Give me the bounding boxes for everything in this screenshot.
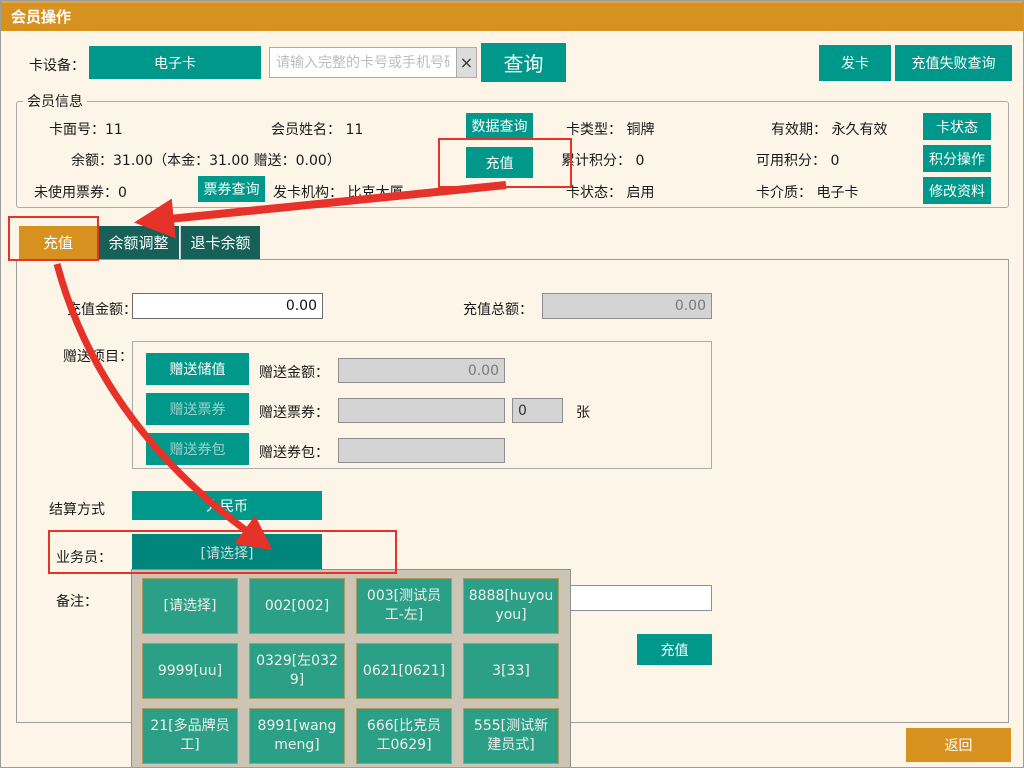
recharge-amount-input[interactable] xyxy=(132,293,323,319)
salesperson-option[interactable]: [请选择] xyxy=(142,578,238,634)
ticket-unit-label: 张 xyxy=(576,402,590,422)
gift-package-button[interactable]: 赠送券包 xyxy=(146,433,249,465)
modify-info-button[interactable]: 修改资料 xyxy=(923,177,991,204)
gift-package-label: 赠送券包： xyxy=(259,442,329,462)
salesperson-select-button[interactable]: [请选择] xyxy=(132,534,322,571)
gift-ticket-input xyxy=(338,398,505,423)
card-medium-field: 卡介质： 电子卡 xyxy=(756,182,858,202)
recharge-amount-label: 充值金额： xyxy=(67,299,137,319)
gift-ticket-label: 赠送票券： xyxy=(259,402,329,422)
salesperson-option[interactable]: 003[测试员工-左] xyxy=(356,578,452,634)
member-operation-window: 会员操作 卡设备： 电子卡 × 查询 发卡 充值失败查询 会员信息 卡面号：11… xyxy=(0,0,1024,768)
card-no-field: 卡面号：11 xyxy=(49,119,123,139)
recharge-fail-query-button[interactable]: 充值失败查询 xyxy=(895,45,1012,81)
total-points-field: 累计积分： 0 xyxy=(561,150,644,170)
card-search-input[interactable] xyxy=(270,48,456,77)
card-state-button[interactable]: 卡状态 xyxy=(923,113,991,140)
member-info-legend: 会员信息 xyxy=(23,91,87,111)
validity-field: 有效期： 永久有效 xyxy=(771,119,887,139)
salesperson-option[interactable]: 8991[wangmeng] xyxy=(249,708,345,764)
data-query-button[interactable]: 数据查询 xyxy=(466,113,533,139)
salesperson-dropdown-grid: [请选择]002[002]003[测试员工-左]8888[huyouyou] 99… xyxy=(131,569,571,768)
back-button[interactable]: 返回 xyxy=(906,728,1011,762)
gift-amount-label: 赠送金额： xyxy=(259,362,329,382)
salesperson-option[interactable]: 555[测试新建员式] xyxy=(463,708,559,764)
card-device-button[interactable]: 电子卡 xyxy=(89,46,261,79)
salesperson-option[interactable]: 9999[uu] xyxy=(142,643,238,699)
salesperson-label: 业务员： xyxy=(56,547,112,567)
gift-value-button[interactable]: 赠送储值 xyxy=(146,353,249,385)
gift-amount-input xyxy=(338,358,505,383)
salesperson-option[interactable]: 002[002] xyxy=(249,578,345,634)
gift-section-label: 赠送项目： xyxy=(63,346,133,366)
member-name-field: 会员姓名： 11 xyxy=(271,119,363,139)
balance-field: 余额：31.00（本金：31.00 赠送：0.00） xyxy=(71,150,341,170)
clear-icon[interactable]: × xyxy=(456,48,476,77)
ticket-query-button[interactable]: 票券查询 xyxy=(198,176,265,202)
issue-card-button[interactable]: 发卡 xyxy=(819,45,891,81)
card-device-label: 卡设备： xyxy=(29,55,85,75)
available-points-field: 可用积分： 0 xyxy=(756,150,839,170)
salesperson-option[interactable]: 21[多品牌员工] xyxy=(142,708,238,764)
tab-balance-adjust[interactable]: 余额调整 xyxy=(98,226,179,259)
card-type-field: 卡类型： 铜牌 xyxy=(566,119,654,139)
salesperson-option[interactable]: 3[33] xyxy=(463,643,559,699)
remark-label: 备注： xyxy=(56,591,98,611)
recharge-total-input xyxy=(542,293,712,319)
tab-recharge[interactable]: 充值 xyxy=(19,226,97,259)
salesperson-option[interactable]: 8888[huyouyou] xyxy=(463,578,559,634)
member-recharge-button[interactable]: 充值 xyxy=(466,147,533,178)
gift-package-input xyxy=(338,438,505,463)
card-search-box: × xyxy=(269,47,477,78)
salesperson-option[interactable]: 666[比克员工0629] xyxy=(356,708,452,764)
recharge-total-label: 充值总额： xyxy=(463,299,533,319)
settlement-button[interactable]: 人民币 xyxy=(132,491,322,520)
settlement-label: 结算方式 xyxy=(49,499,105,519)
salesperson-option[interactable]: 0329[左0329] xyxy=(249,643,345,699)
issuer-field: 发卡机构： 比克大厦 xyxy=(273,182,403,202)
points-operation-button[interactable]: 积分操作 xyxy=(923,145,991,172)
salesperson-option[interactable]: 0621[0621] xyxy=(356,643,452,699)
ticket-count-input xyxy=(512,398,563,423)
tab-refund-balance[interactable]: 退卡余额 xyxy=(180,226,260,259)
query-button[interactable]: 查询 xyxy=(481,43,566,82)
window-title: 会员操作 xyxy=(1,1,1024,31)
gift-ticket-button[interactable]: 赠送票券 xyxy=(146,393,249,425)
recharge-submit-button[interactable]: 充值 xyxy=(637,634,712,665)
unused-tickets-field: 未使用票券：0 xyxy=(34,182,127,202)
card-status-field: 卡状态： 启用 xyxy=(566,182,654,202)
